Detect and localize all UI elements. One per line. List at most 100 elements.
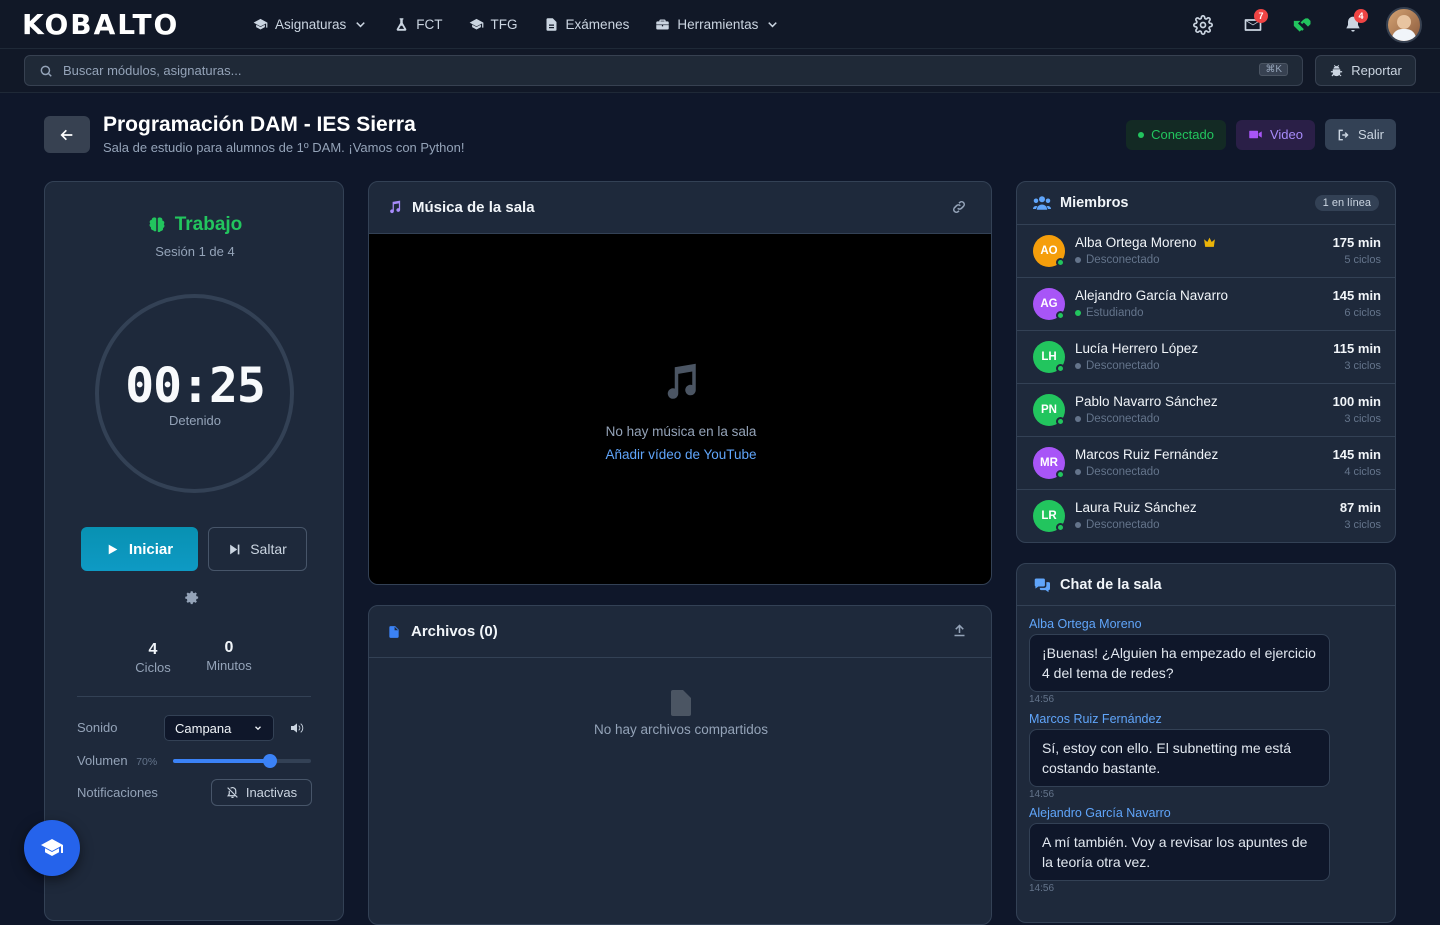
member-row[interactable]: MR Marcos Ruiz Fernández Desconectado 145 m… <box>1017 437 1395 490</box>
nav-asignaturas[interactable]: Asignaturas <box>240 0 381 49</box>
skip-forward-icon <box>230 544 240 554</box>
volume-value: 70% <box>136 756 158 768</box>
messages-button[interactable]: 7 <box>1228 0 1278 49</box>
upload-icon[interactable] <box>952 623 967 638</box>
member-name: Marcos Ruiz Fernández <box>1075 447 1219 462</box>
volume-fill <box>173 759 270 763</box>
sound-value: Campana <box>175 720 232 736</box>
cycles-stat: 4 Ciclos <box>133 641 173 675</box>
handshake-icon <box>1293 17 1311 32</box>
flask-icon <box>396 18 407 31</box>
member-name: Pablo Navarro Sánchez <box>1075 394 1218 409</box>
nav-fct[interactable]: FCT <box>381 0 455 49</box>
member-cycles: 3 ciclos <box>1344 360 1381 372</box>
nav-examenes[interactable]: Exámenes <box>531 0 643 49</box>
gear-icon <box>1193 14 1213 35</box>
member-status: Desconectado <box>1075 360 1160 372</box>
file-icon <box>671 690 691 716</box>
pomodoro-timer-card: Trabajo Sesión 1 de 4 00:25 Detenido Ini… <box>44 181 344 921</box>
skip-label: Saltar <box>250 541 287 557</box>
member-status-label: Desconectado <box>1086 360 1160 372</box>
user-avatar[interactable] <box>1386 6 1422 43</box>
divider <box>77 696 311 697</box>
notifications-toggle[interactable]: Inactivas <box>211 779 312 806</box>
sound-select[interactable]: Campana <box>164 715 274 741</box>
nav-herramientas[interactable]: Herramientas <box>642 0 793 49</box>
timer-settings-button[interactable] <box>185 590 200 608</box>
search-box[interactable]: ⌘K <box>24 55 1303 86</box>
chat-author[interactable]: Marcos Ruiz Fernández <box>1029 712 1162 726</box>
member-row[interactable]: AO Alba Ortega Moreno Desconectado 175 min 5… <box>1017 225 1395 278</box>
member-status-label: Desconectado <box>1086 413 1160 425</box>
chat-author[interactable]: Alba Ortega Moreno <box>1029 617 1142 631</box>
status-dot-icon <box>1138 131 1145 138</box>
room-subtitle: Sala de estudio para alumnos de 1º DAM. … <box>103 140 465 155</box>
member-name: Alejandro García Navarro <box>1075 288 1229 303</box>
chat-message-bubble: Sí, estoy con ello. El subnetting me est… <box>1029 728 1330 787</box>
chat-author[interactable]: Alejandro García Navarro <box>1029 806 1171 820</box>
timer-display: 00:25 <box>125 358 266 414</box>
main-nav: Asignaturas FCT TFG Exámenes Herramienta… <box>240 0 793 49</box>
chat-timestamp: 14:56 <box>1029 788 1055 800</box>
nav-tfg[interactable]: TFG <box>456 0 531 49</box>
member-name-row: Alejandro García Navarro <box>1075 288 1228 303</box>
app-logo[interactable]: KOBALTO <box>22 8 179 41</box>
handshake-button[interactable] <box>1278 0 1328 49</box>
member-name-row: Lucía Herrero López <box>1075 341 1198 356</box>
member-presence-dot <box>1056 470 1065 479</box>
start-label: Iniciar <box>128 540 174 558</box>
music-header: Música de la sala <box>369 182 991 234</box>
chat-message-bubble: ¡Buenas! ¿Alguien ha empezado el ejercic… <box>1029 634 1330 692</box>
skip-button[interactable]: Saltar <box>208 527 307 571</box>
settings-button[interactable] <box>1178 0 1228 49</box>
volume-slider[interactable] <box>173 754 311 768</box>
nav-label: Exámenes <box>565 17 630 32</box>
status-dot-icon <box>1075 522 1081 528</box>
video-camera-icon <box>1249 130 1262 139</box>
room-header: Programación DAM - IES Sierra Sala de es… <box>44 113 1396 163</box>
back-button[interactable] <box>44 116 90 153</box>
graduation-cap-icon <box>469 18 483 30</box>
video-button[interactable]: Video <box>1235 119 1315 150</box>
music-note-icon <box>390 200 401 214</box>
member-status-label: Desconectado <box>1086 519 1160 531</box>
member-row[interactable]: LH Lucía Herrero López Desconectado 115 min… <box>1017 331 1395 384</box>
link-icon[interactable] <box>951 199 967 215</box>
member-row[interactable]: PN Pablo Navarro Sánchez Desconectado 100 m… <box>1017 384 1395 437</box>
member-status: Desconectado <box>1075 254 1160 266</box>
add-youtube-link[interactable]: Añadir vídeo de YouTube <box>369 447 991 462</box>
search-input[interactable] <box>63 63 1302 78</box>
files-card: Archivos (0) No hay archivos compartidos <box>368 605 992 925</box>
notifications-button[interactable]: 4 <box>1328 0 1378 49</box>
status-dot-icon <box>1075 416 1081 422</box>
status-dot-icon <box>1075 310 1081 316</box>
floating-academy-button[interactable] <box>24 820 80 876</box>
exit-button[interactable]: Salir <box>1324 119 1396 150</box>
search-row: ⌘K Reportar <box>0 49 1440 93</box>
no-files-text: No hay archivos compartidos <box>593 722 769 737</box>
top-navbar: KOBALTO Asignaturas FCT TFG Exámenes Her… <box>0 0 1440 49</box>
volume-icon <box>291 723 304 733</box>
chat-header: Chat de la sala <box>1017 564 1395 606</box>
bell-badge: 4 <box>1354 9 1368 23</box>
start-button[interactable]: Iniciar <box>81 527 198 571</box>
member-minutes: 145 min <box>1332 447 1381 462</box>
session-counter: Sesión 1 de 4 <box>155 244 235 259</box>
member-minutes: 115 min <box>1333 341 1381 356</box>
member-name: Laura Ruiz Sánchez <box>1075 500 1197 515</box>
member-name-row: Marcos Ruiz Fernández <box>1075 447 1218 462</box>
member-row[interactable]: AG Alejandro García Navarro Estudiando 145 … <box>1017 278 1395 331</box>
status-dot-icon <box>1075 257 1081 263</box>
toolbox-icon <box>656 19 670 30</box>
volume-knob[interactable] <box>262 754 277 768</box>
member-status-label: Estudiando <box>1086 307 1144 319</box>
timer-mode-label: Trabajo <box>174 214 243 235</box>
member-row[interactable]: LR Laura Ruiz Sánchez Desconectado 87 min 3 … <box>1017 490 1395 542</box>
member-cycles: 4 ciclos <box>1344 466 1381 478</box>
document-icon <box>546 18 557 31</box>
chat-card: Chat de la sala Alba Ortega Moreno ¡Buena… <box>1016 563 1396 923</box>
bug-icon <box>1331 64 1343 77</box>
sound-preview-button[interactable] <box>289 720 305 739</box>
report-button[interactable]: Reportar <box>1315 55 1416 86</box>
files-header: Archivos (0) <box>369 606 991 658</box>
